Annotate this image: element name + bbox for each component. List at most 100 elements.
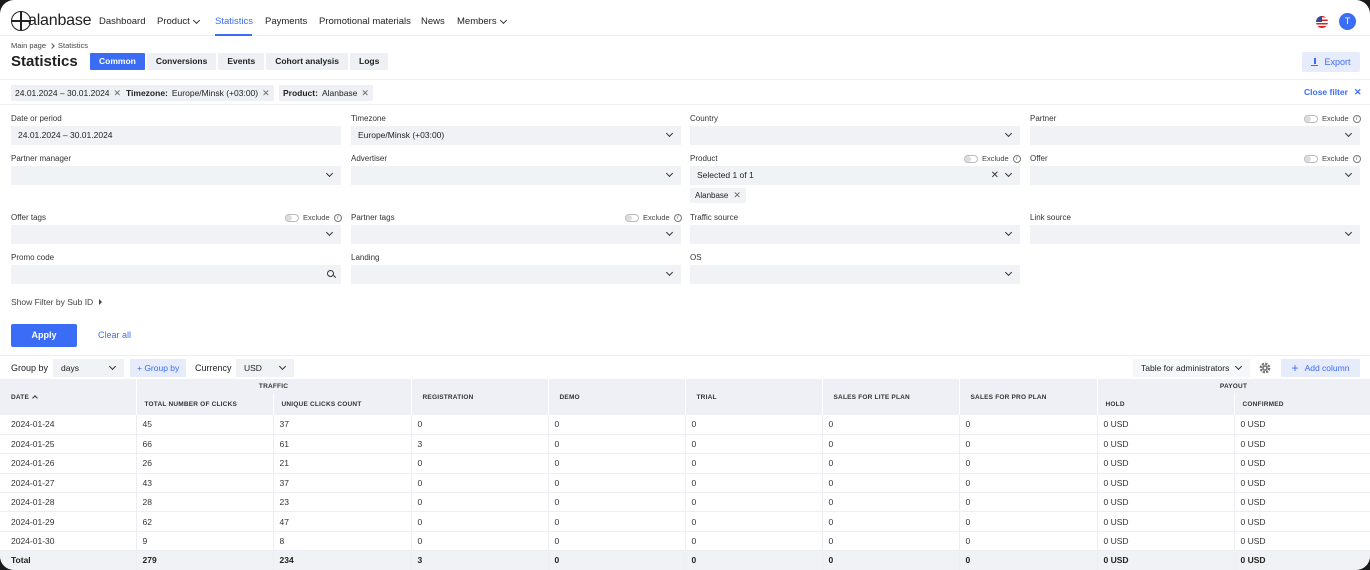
product-select[interactable]: Selected 1 of 1 ✕	[690, 166, 1020, 185]
close-filter-button[interactable]: Close filter ✕	[1304, 87, 1361, 98]
clear-icon[interactable]: ✕	[991, 166, 999, 185]
nav-label: Dashboard	[99, 16, 146, 27]
info-icon[interactable]: i	[673, 213, 682, 222]
table-cell: 0 USD	[1234, 434, 1370, 455]
tag-text: Alanbase	[695, 191, 729, 200]
partner-manager-select[interactable]	[11, 166, 341, 185]
apply-button[interactable]: Apply	[11, 324, 77, 347]
product-tag: Alanbase ✕	[690, 188, 746, 203]
add-group-by-button[interactable]: + Group by	[130, 359, 187, 377]
chevron-down-icon	[278, 362, 287, 371]
nav-payments[interactable]: Payments	[265, 16, 307, 27]
column-header-trial[interactable]: TRIAL	[685, 379, 823, 415]
tab-common[interactable]: Common	[90, 53, 145, 70]
active-nav-indicator	[215, 34, 252, 36]
us-flag-icon[interactable]	[1316, 16, 1328, 28]
close-icon[interactable]: ✕	[361, 85, 369, 101]
column-header-date[interactable]: DATE	[0, 379, 137, 415]
advertiser-select[interactable]	[351, 166, 681, 185]
tab-logs[interactable]: Logs	[350, 53, 389, 70]
exclude-toggle[interactable]	[625, 213, 639, 222]
tab-cohort-analysis[interactable]: Cohort analysis	[266, 53, 348, 70]
exclude-toggle[interactable]	[1304, 114, 1318, 123]
search-icon[interactable]	[327, 270, 334, 277]
chevron-down-icon	[108, 362, 117, 371]
column-header-hold[interactable]: HOLD	[1097, 393, 1235, 415]
partner-tags-select[interactable]	[351, 225, 681, 244]
column-header-confirmed[interactable]: CONFIRMED	[1234, 393, 1370, 415]
group-by-select[interactable]: days	[53, 359, 124, 377]
table-row: 2024-01-25 66 61 3 0 0 0 0 0 USD 0 USD	[0, 434, 1370, 455]
table-cell: 0	[411, 415, 549, 435]
gear-icon[interactable]	[1258, 361, 1272, 375]
export-button[interactable]: Export	[1302, 52, 1360, 72]
offer-select[interactable]	[1030, 166, 1360, 185]
field-value: Europe/Minsk (+03:00)	[358, 130, 445, 140]
exclude-toggle[interactable]	[1304, 154, 1318, 163]
clear-all-button[interactable]: Clear all	[98, 330, 131, 340]
column-header-registration[interactable]: REGISTRATION	[411, 379, 549, 415]
select-value: USD	[244, 363, 262, 373]
column-header-unique-clicks[interactable]: UNIQUE CLICKS COUNT	[273, 393, 412, 415]
avatar[interactable]: T	[1339, 13, 1356, 30]
tab-conversions[interactable]: Conversions	[146, 53, 217, 70]
top-navigation: alanbase Dashboard Product Statistics Pa…	[0, 0, 1370, 36]
column-header-sales-pro[interactable]: SALES FOR PRO PLAN	[959, 379, 1098, 415]
column-header-total-clicks[interactable]: TOTAL NUMBER OF CLICKS	[136, 393, 274, 415]
country-label: Country	[690, 114, 719, 123]
table-cell: 0	[548, 415, 686, 435]
os-select[interactable]	[690, 265, 1020, 284]
partner-label: Partner	[1030, 114, 1057, 123]
caret-right-icon	[99, 299, 103, 305]
table-cell: 0	[548, 511, 686, 532]
product-exclude: Exclude i	[964, 154, 1021, 163]
table-cell: 0	[411, 531, 549, 552]
info-icon[interactable]: i	[1352, 154, 1361, 163]
chevron-down-icon	[1004, 129, 1013, 138]
offer-tags-select[interactable]	[11, 225, 341, 244]
exclude-toggle[interactable]	[285, 213, 299, 222]
link-source-label: Link source	[1030, 213, 1071, 222]
close-icon[interactable]: ✕	[262, 85, 270, 101]
date-field[interactable]: 24.01.2024 – 30.01.2024	[11, 126, 341, 145]
country-select[interactable]	[690, 126, 1020, 145]
nav-news[interactable]: News	[421, 16, 445, 27]
tab-events[interactable]: Events	[218, 53, 265, 70]
exclude-toggle[interactable]	[964, 154, 978, 163]
close-icon[interactable]: ✕	[733, 188, 741, 203]
select-value: Table for administrators	[1141, 363, 1230, 373]
nav-dashboard[interactable]: Dashboard	[99, 16, 145, 27]
column-header-demo[interactable]: DEMO	[548, 379, 686, 415]
nav-promotional-materials[interactable]: Promotional materials	[319, 16, 411, 27]
breadcrumb-main-page[interactable]: Main page	[11, 41, 46, 50]
column-header-sales-lite[interactable]: SALES FOR LITE PLAN	[822, 379, 960, 415]
select-value: days	[61, 363, 79, 373]
link-source-select[interactable]	[1030, 225, 1360, 244]
table-cell: 234	[273, 550, 412, 570]
info-icon[interactable]: i	[333, 213, 342, 222]
info-icon[interactable]: i	[1352, 114, 1361, 123]
table-cell: 0	[411, 453, 549, 474]
close-icon[interactable]: ✕	[114, 85, 122, 101]
table-cell: 45	[136, 415, 274, 435]
partner-tags-exclude: Exclude i	[625, 213, 682, 222]
nav-members[interactable]: Members	[457, 16, 507, 27]
nav-statistics[interactable]: Statistics	[215, 16, 253, 27]
chevron-down-icon	[1004, 228, 1013, 237]
partner-select[interactable]	[1030, 126, 1360, 145]
traffic-source-select[interactable]	[690, 225, 1020, 244]
logo[interactable]: alanbase	[11, 10, 92, 32]
nav-product[interactable]: Product	[157, 16, 200, 27]
landing-select[interactable]	[351, 265, 681, 284]
table-cell: 26	[136, 453, 274, 474]
currency-select[interactable]: USD	[236, 359, 294, 377]
info-icon[interactable]: i	[1012, 154, 1021, 163]
promo-code-input[interactable]	[11, 265, 341, 284]
table-preset-select[interactable]: Table for administrators	[1133, 359, 1250, 377]
table-cell: 0	[959, 550, 1098, 570]
show-subid-toggle[interactable]: Show Filter by Sub ID	[11, 297, 103, 307]
table-cell: 0	[685, 511, 823, 532]
timezone-select[interactable]: Europe/Minsk (+03:00)	[351, 126, 681, 145]
close-icon: ✕	[1353, 87, 1362, 97]
add-column-button[interactable]: + Add column	[1281, 359, 1360, 377]
